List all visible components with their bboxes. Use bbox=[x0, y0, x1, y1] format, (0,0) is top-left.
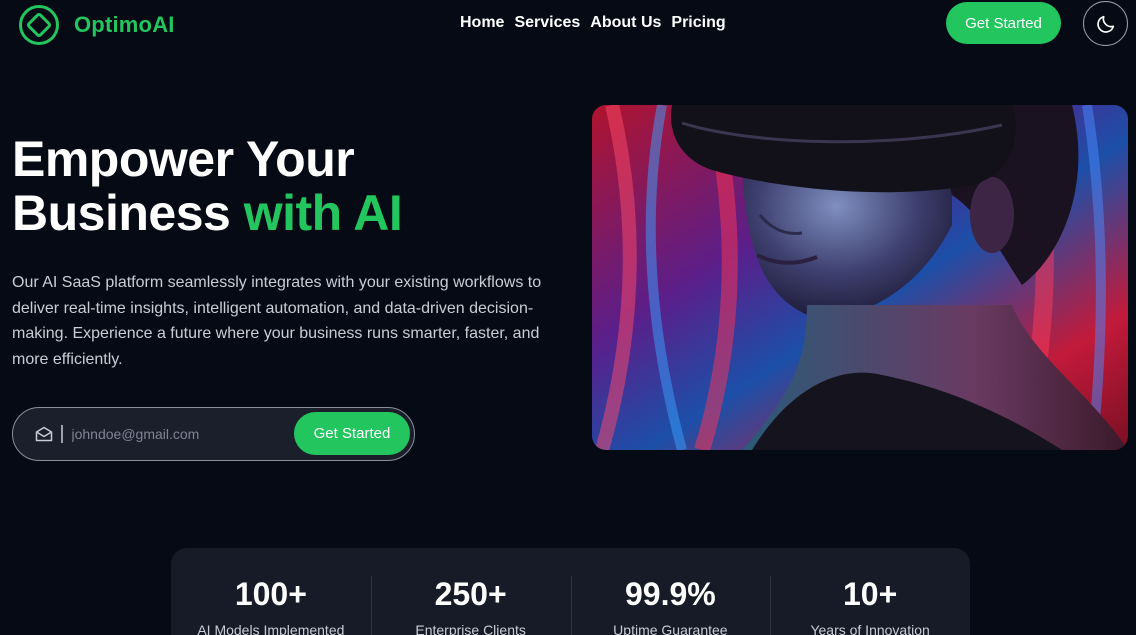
stat-item: 100+ AI Models Implemented bbox=[171, 548, 371, 635]
stat-label: Years of Innovation bbox=[810, 622, 930, 635]
theme-toggle-button[interactable] bbox=[1083, 1, 1128, 46]
nav-link-services[interactable]: Services bbox=[514, 14, 580, 32]
stat-item: 99.9% Uptime Guarantee bbox=[570, 548, 771, 635]
top-navbar: OptimoAI Home Services About Us Pricing … bbox=[0, 0, 1136, 46]
stat-item: 250+ Enterprise Clients bbox=[370, 548, 571, 635]
vr-headset-person-image bbox=[592, 105, 1128, 450]
nav-link-pricing[interactable]: Pricing bbox=[671, 14, 725, 32]
logo-icon bbox=[19, 5, 59, 45]
get-started-button[interactable]: Get Started bbox=[946, 2, 1061, 44]
hero-image bbox=[592, 105, 1128, 450]
stat-value: 10+ bbox=[842, 576, 898, 612]
mail-icon bbox=[35, 426, 53, 442]
nav-link-about-us[interactable]: About Us bbox=[590, 14, 661, 32]
stat-value: 250+ bbox=[434, 576, 507, 612]
hero-title-line2: Business bbox=[12, 185, 231, 241]
stat-label: Enterprise Clients bbox=[415, 622, 526, 635]
hero-title-line1: Empower Your bbox=[12, 131, 355, 187]
hero-description: Our AI SaaS platform seamlessly integrat… bbox=[12, 274, 542, 368]
brand-logo[interactable]: OptimoAI bbox=[18, 4, 175, 46]
stat-label: Uptime Guarantee bbox=[613, 622, 728, 635]
brand-name: OptimoAI bbox=[74, 12, 175, 37]
hero-title: Empower Your Business with AI bbox=[12, 131, 403, 241]
stat-value: 100+ bbox=[234, 576, 307, 612]
email-input[interactable] bbox=[71, 426, 282, 442]
email-get-started-button[interactable]: Get Started bbox=[294, 412, 410, 455]
moon-icon bbox=[1096, 15, 1114, 33]
stats-panel: 100+ AI Models Implemented 250+ Enterpri… bbox=[171, 548, 970, 635]
input-divider bbox=[61, 425, 63, 443]
hero-title-accent: with AI bbox=[243, 185, 403, 241]
stat-value: 99.9% bbox=[625, 576, 716, 612]
stat-item: 10+ Years of Innovation bbox=[770, 548, 970, 635]
nav-link-home[interactable]: Home bbox=[460, 14, 504, 32]
stat-label: AI Models Implemented bbox=[197, 622, 345, 635]
email-signup-form: Get Started bbox=[12, 407, 415, 461]
main-nav: Home Services About Us Pricing bbox=[460, 14, 736, 32]
